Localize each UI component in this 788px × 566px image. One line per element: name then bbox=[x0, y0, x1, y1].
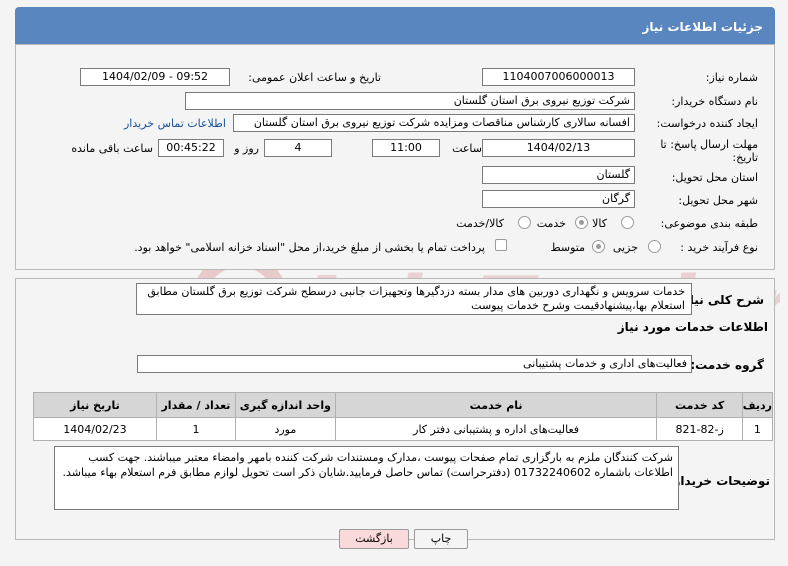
back-button[interactable]: بازگشت bbox=[339, 529, 409, 549]
col-service-name: نام خدمت bbox=[334, 392, 658, 418]
services-table-header: ردیف کد خدمت نام خدمت واحد اندازه گیری ت… bbox=[33, 392, 774, 418]
province-field: گلستان bbox=[482, 166, 635, 184]
print-button[interactable]: چاپ bbox=[414, 529, 468, 549]
cell-unit: مورد bbox=[235, 417, 336, 441]
page-header: جزئیات اطلاعات نیاز bbox=[15, 7, 775, 44]
province-label: استان محل تحویل: bbox=[671, 171, 758, 184]
category-radio-service[interactable] bbox=[575, 216, 588, 229]
process-label: نوع فرآیند خرید : bbox=[680, 241, 758, 254]
buyer-label: نام دستگاه خریدار: bbox=[671, 95, 758, 108]
category-radio-goods[interactable] bbox=[621, 216, 634, 229]
buyer-contact-link[interactable]: اطلاعات تماس خریدار bbox=[124, 117, 226, 130]
remaining-time-field: 00:45:22 bbox=[158, 139, 224, 157]
days-field: 4 bbox=[264, 139, 332, 157]
days-label: روز و bbox=[234, 142, 259, 155]
process-option-minor: جزیی bbox=[612, 241, 638, 254]
deadline-date-field: 1404/02/13 bbox=[482, 139, 635, 157]
deadline-time-label: ساعت bbox=[452, 142, 482, 155]
cell-quantity: 1 bbox=[155, 417, 237, 441]
category-radio-goods-service[interactable] bbox=[518, 216, 531, 229]
services-section-title: اطلاعات خدمات مورد نیاز bbox=[617, 320, 768, 334]
col-service-code: کد خدمت bbox=[656, 392, 743, 418]
payment-note: پرداخت تمام یا بخشی از مبلغ خرید،از محل … bbox=[134, 241, 485, 254]
announce-field: 1404/02/09 - 09:52 bbox=[80, 68, 230, 86]
category-option-service: خدمت bbox=[536, 217, 566, 230]
cell-need-date: 1404/02/23 bbox=[33, 417, 157, 441]
deadline-label-line2: تاریخ: bbox=[732, 151, 758, 164]
remaining-label: ساعت باقی مانده bbox=[71, 142, 153, 155]
col-unit: واحد اندازه گیری bbox=[235, 392, 336, 418]
creator-field: افسانه سالاری کارشناس مناقصات ومزایده شر… bbox=[233, 114, 635, 132]
announce-label: تاریخ و ساعت اعلان عمومی: bbox=[248, 71, 381, 84]
col-quantity: تعداد / مقدار bbox=[155, 392, 237, 418]
general-description-text: خدمات سرویس و نگهداری دوربین های مدار بس… bbox=[136, 283, 692, 315]
cell-row: 1 bbox=[741, 417, 774, 441]
table-row: 1 ز-82-821 فعالیت‌های اداره و پشتیبانی د… bbox=[33, 417, 774, 441]
city-field: گرگان bbox=[482, 190, 635, 208]
buyer-notes-text: شرکت کنندگان ملزم به بارگزاری تمام صفحات… bbox=[54, 446, 679, 510]
creator-label: ایجاد کننده درخواست: bbox=[656, 117, 758, 130]
col-need-date: تاریخ نیاز bbox=[33, 392, 157, 418]
deadline-time-field: 11:00 bbox=[372, 139, 440, 157]
need-number-label: شماره نیاز: bbox=[705, 71, 758, 84]
need-number-field: 1104007006000013 bbox=[482, 68, 635, 86]
process-option-medium: متوسط bbox=[550, 241, 585, 254]
services-table: ردیف کد خدمت نام خدمت واحد اندازه گیری ت… bbox=[33, 392, 774, 441]
col-row: ردیف bbox=[741, 392, 774, 418]
process-radio-minor[interactable] bbox=[648, 240, 661, 253]
process-radio-medium[interactable] bbox=[592, 240, 605, 253]
service-group-label: گروه خدمت: bbox=[690, 358, 764, 372]
cell-service-name: فعالیت‌های اداره و پشتیبانی دفتر کار bbox=[334, 417, 658, 441]
service-group-field: فعالیت‌های اداری و خدمات پشتیبانی bbox=[137, 355, 692, 373]
buyer-notes-label: توضیحات خریدار: bbox=[668, 474, 770, 488]
category-label: طبقه بندی موضوعی: bbox=[660, 217, 758, 230]
page-title: جزئیات اطلاعات نیاز bbox=[642, 20, 763, 34]
deadline-label-line1: مهلت ارسال پاسخ: تا bbox=[660, 138, 758, 151]
category-option-goods: کالا bbox=[592, 217, 607, 230]
cell-service-code: ز-82-821 bbox=[656, 417, 743, 441]
buyer-field: شرکت توزیع نیروی برق استان گلستان bbox=[185, 92, 635, 110]
category-option-goods-service: کالا/خدمت bbox=[456, 217, 504, 230]
city-label: شهر محل تحویل: bbox=[678, 194, 758, 207]
treasury-checkbox[interactable] bbox=[495, 239, 507, 251]
